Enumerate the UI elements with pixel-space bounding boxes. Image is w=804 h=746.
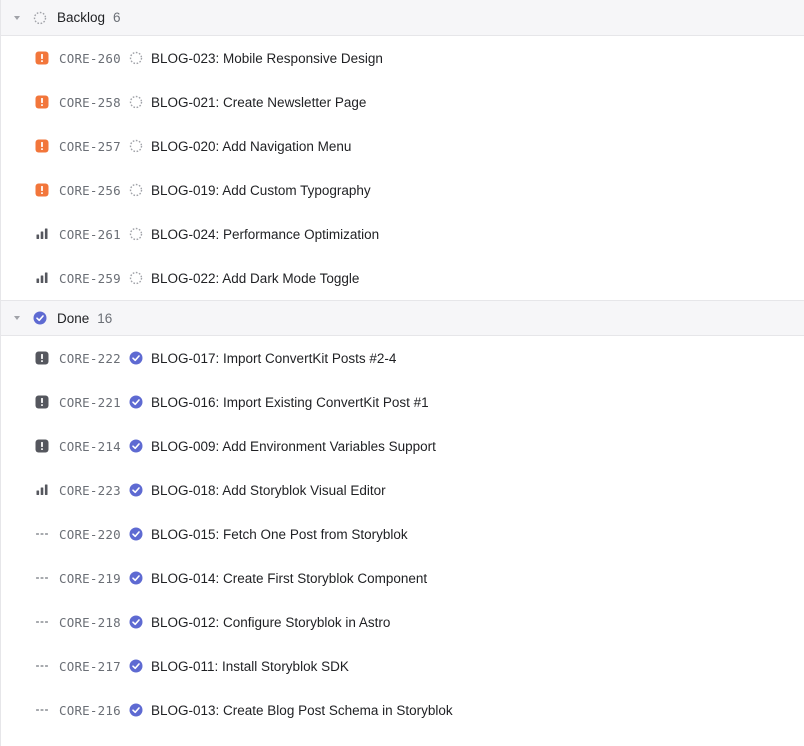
issue-id: CORE-222 — [59, 350, 121, 366]
done-status-icon[interactable] — [129, 571, 143, 585]
group-title: Backlog — [57, 10, 106, 25]
issue-row[interactable]: CORE-218 BLOG-012: Configure Storyblok in… — [1, 600, 804, 644]
issue-row[interactable]: CORE-259 BLOG-022: Add Dark Mode Toggle — [1, 256, 804, 300]
backlog-status-icon[interactable] — [129, 139, 143, 153]
issue-row[interactable]: CORE-222 BLOG-017: Import ConvertKit Post… — [1, 336, 804, 380]
priority-urgent-icon[interactable] — [35, 95, 49, 109]
issue-title: BLOG-012: Configure Storyblok in Astro — [151, 614, 391, 630]
issue-title: BLOG-020: Add Navigation Menu — [151, 138, 352, 154]
done-status-icon[interactable] — [129, 395, 143, 409]
done-status-icon[interactable] — [129, 659, 143, 673]
done-status-icon — [33, 311, 47, 325]
issue-title: BLOG-016: Import Existing ConvertKit Pos… — [151, 394, 429, 410]
issue-id: CORE-259 — [59, 270, 121, 286]
issue-row[interactable]: CORE-257 BLOG-020: Add Navigation Menu — [1, 124, 804, 168]
issue-list: Backlog 6 CORE-260 BLOG-023: Mobile Respons… — [0, 0, 804, 746]
done-status-icon[interactable] — [129, 439, 143, 453]
issue-row[interactable]: CORE-216 BLOG-013: Create Blog Post Schem… — [1, 688, 804, 732]
issue-id: CORE-258 — [59, 94, 121, 110]
issue-title: BLOG-009: Add Environment Variables Supp… — [151, 438, 436, 454]
backlog-status-icon[interactable] — [129, 95, 143, 109]
issue-id: CORE-220 — [59, 526, 121, 542]
group-header-backlog[interactable]: Backlog 6 — [1, 0, 804, 36]
priority-urgent-icon[interactable] — [35, 51, 49, 65]
issue-row[interactable]: CORE-261 BLOG-024: Performance Optimizati… — [1, 212, 804, 256]
issue-title: BLOG-011: Install Storyblok SDK — [151, 658, 349, 674]
priority-high-icon[interactable] — [35, 395, 49, 409]
chevron-down-icon[interactable] — [11, 12, 23, 24]
group-count: 16 — [97, 310, 113, 326]
priority-high-icon[interactable] — [35, 351, 49, 365]
priority-none-icon[interactable] — [35, 703, 49, 717]
issue-row[interactable]: CORE-256 BLOG-019: Add Custom Typography — [1, 168, 804, 212]
backlog-status-icon[interactable] — [129, 183, 143, 197]
issue-id: CORE-221 — [59, 394, 121, 410]
issue-id: CORE-214 — [59, 438, 121, 454]
issue-title: BLOG-022: Add Dark Mode Toggle — [151, 270, 360, 286]
backlog-status-icon[interactable] — [129, 271, 143, 285]
issue-title: BLOG-014: Create First Storyblok Compone… — [151, 570, 428, 586]
issue-row[interactable]: CORE-258 BLOG-021: Create Newsletter Page — [1, 80, 804, 124]
backlog-status-icon[interactable] — [129, 227, 143, 241]
issue-id: CORE-219 — [59, 570, 121, 586]
issue-title: BLOG-023: Mobile Responsive Design — [151, 50, 383, 66]
issue-row[interactable]: CORE-221 BLOG-016: Import Existing Conver… — [1, 380, 804, 424]
issue-row[interactable]: CORE-220 BLOG-015: Fetch One Post from St… — [1, 512, 804, 556]
done-status-icon[interactable] — [129, 527, 143, 541]
done-status-icon[interactable] — [129, 483, 143, 497]
done-status-icon[interactable] — [129, 615, 143, 629]
issue-id: CORE-256 — [59, 182, 121, 198]
issue-id: CORE-260 — [59, 50, 121, 66]
issue-row[interactable]: CORE-260 BLOG-023: Mobile Responsive Desi… — [1, 36, 804, 80]
issue-title: BLOG-017: Import ConvertKit Posts #2-4 — [151, 350, 397, 366]
backlog-status-icon — [33, 11, 47, 25]
issue-id: CORE-223 — [59, 482, 121, 498]
chevron-down-icon[interactable] — [11, 312, 23, 324]
priority-urgent-icon[interactable] — [35, 183, 49, 197]
issue-title: BLOG-021: Create Newsletter Page — [151, 94, 367, 110]
issue-title: BLOG-024: Performance Optimization — [151, 226, 380, 242]
issue-title: BLOG-019: Add Custom Typography — [151, 182, 371, 198]
priority-none-icon[interactable] — [35, 659, 49, 673]
priority-medium-icon[interactable] — [35, 483, 49, 497]
issue-title: BLOG-015: Fetch One Post from Storyblok — [151, 526, 408, 542]
backlog-status-icon[interactable] — [129, 51, 143, 65]
issue-row[interactable]: CORE-223 BLOG-018: Add Storyblok Visual E… — [1, 468, 804, 512]
issue-row[interactable]: CORE-217 BLOG-011: Install Storyblok SDK — [1, 644, 804, 688]
group-header-done[interactable]: Done 16 — [1, 300, 804, 336]
group-title: Done — [57, 310, 90, 326]
issue-id: CORE-261 — [59, 226, 121, 242]
issue-title: BLOG-013: Create Blog Post Schema in Sto… — [151, 702, 453, 718]
issue-id: CORE-217 — [59, 658, 121, 674]
priority-none-icon[interactable] — [35, 571, 49, 585]
priority-medium-icon[interactable] — [35, 271, 49, 285]
priority-none-icon[interactable] — [35, 527, 49, 541]
issue-row[interactable]: CORE-214 BLOG-009: Add Environment Variab… — [1, 424, 804, 468]
priority-high-icon[interactable] — [35, 439, 49, 453]
issue-title: BLOG-018: Add Storyblok Visual Editor — [151, 482, 386, 498]
done-status-icon[interactable] — [129, 351, 143, 365]
issue-id: CORE-216 — [59, 702, 121, 718]
priority-urgent-icon[interactable] — [35, 139, 49, 153]
issue-id: CORE-257 — [59, 138, 121, 154]
group-count: 6 — [113, 10, 121, 25]
done-status-icon[interactable] — [129, 703, 143, 717]
priority-none-icon[interactable] — [35, 615, 49, 629]
issue-row[interactable]: CORE-219 BLOG-014: Create First Storyblok… — [1, 556, 804, 600]
issue-id: CORE-218 — [59, 614, 121, 630]
priority-medium-icon[interactable] — [35, 227, 49, 241]
